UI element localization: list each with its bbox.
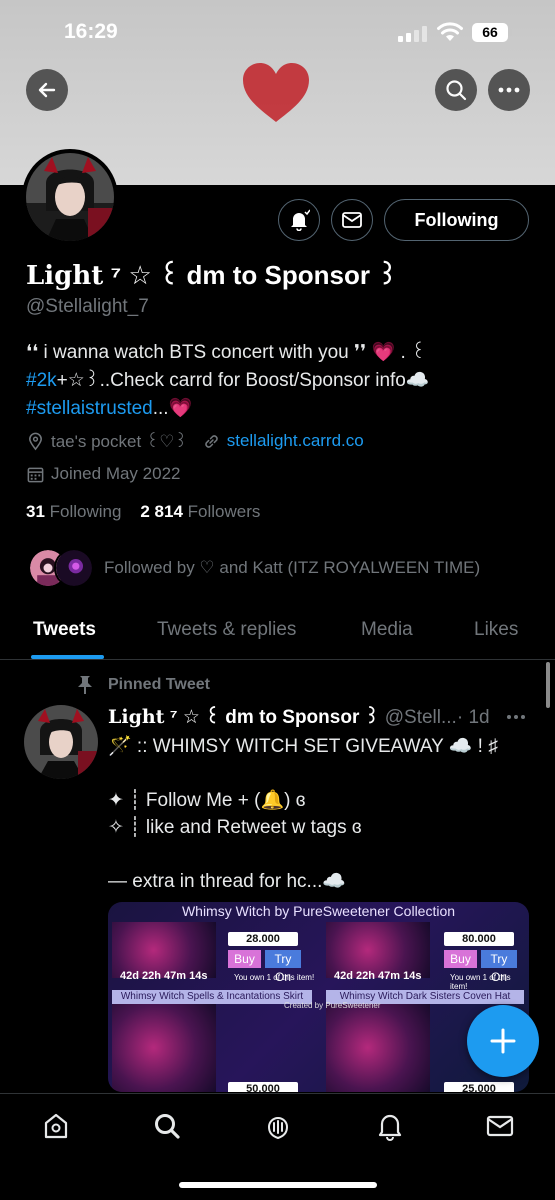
item-price: 50.000 bbox=[228, 1082, 298, 1092]
compose-tweet-button[interactable] bbox=[467, 1005, 539, 1077]
profile-joined-date: Joined May 2022 bbox=[51, 464, 181, 483]
home-icon[interactable] bbox=[41, 1111, 71, 1141]
item-label: Whimsy Witch Spells & Incantations Skirt bbox=[112, 990, 312, 1004]
display-name: Light ⁷ ☆ ꒰ dm to Sponsor ꒱ bbox=[26, 257, 398, 291]
item-thumbnail bbox=[112, 1003, 216, 1092]
item-owned-text: You own 1 of this item! bbox=[450, 973, 511, 991]
avatar-image bbox=[26, 153, 114, 241]
buy-button: Buy bbox=[228, 950, 261, 968]
tweet-media-image[interactable]: Whimsy Witch by PureSweetener Collection… bbox=[108, 902, 529, 1092]
profile-website-link[interactable]: stellalight.carrd.co bbox=[227, 431, 364, 451]
tweet-header: Light ⁷ ☆ ꒰ dm to Sponsor ꒱ @Stell...· 1… bbox=[108, 703, 528, 729]
display-name-first: Light bbox=[26, 261, 104, 291]
pinned-label: Pinned Tweet bbox=[108, 676, 210, 693]
followers-count-link[interactable]: 2 814 Followers bbox=[140, 502, 260, 521]
tab-media[interactable]: Media bbox=[361, 619, 413, 641]
notify-bell-button[interactable] bbox=[278, 199, 320, 241]
more-icon bbox=[498, 87, 520, 93]
profile-meta-row: tae's pocket ꒰♡꒱ stellalight.carrd.co bbox=[26, 430, 364, 452]
bell-icon bbox=[291, 209, 310, 231]
try-on-button: Try On bbox=[481, 950, 517, 984]
spaces-icon[interactable] bbox=[263, 1111, 293, 1141]
following-button[interactable]: Following bbox=[384, 199, 529, 241]
profile-bio: ❛❛ i wanna watch BTS concert with you ❜❜… bbox=[26, 339, 536, 423]
scrollbar[interactable] bbox=[546, 662, 550, 708]
heart-image bbox=[243, 63, 309, 122]
link-icon bbox=[204, 434, 218, 448]
tweet-text: 🪄 :: WHIMSY WITCH SET GIVEAWAY ☁️ ! ♯ ✦ … bbox=[108, 733, 538, 895]
followed-by-text: Followed by ♡ and Katt (ITZ ROYALWEEN TI… bbox=[104, 558, 481, 577]
wifi-icon bbox=[437, 22, 463, 41]
tweet-line: — extra in thread for hc...☁️ bbox=[108, 871, 347, 892]
followers-label: Followers bbox=[187, 502, 261, 521]
tab-tweets-and-replies[interactable]: Tweets & replies bbox=[157, 619, 296, 641]
tab-tweets[interactable]: Tweets bbox=[33, 619, 96, 641]
item-owned-text: You own 1 of this item! bbox=[234, 973, 315, 982]
compose-plus-icon bbox=[490, 1028, 516, 1054]
followers-count: 2 814 bbox=[140, 502, 183, 521]
media-title: Whimsy Witch by PureSweetener Collection bbox=[181, 903, 456, 919]
notifications-icon[interactable] bbox=[375, 1111, 405, 1141]
back-button[interactable] bbox=[26, 69, 68, 111]
back-arrow-icon bbox=[38, 82, 56, 98]
try-on-button: Try On bbox=[265, 950, 301, 984]
tweet-time: · 1d bbox=[456, 707, 490, 728]
search-icon bbox=[446, 80, 467, 101]
media-credit: Created by PureSweetener bbox=[284, 1001, 381, 1010]
followed-by-row[interactable]: Followed by ♡ and Katt (ITZ ROYALWEEN TI… bbox=[28, 547, 480, 589]
profile-tabs: Tweets Tweets & replies Media Likes bbox=[0, 606, 555, 660]
follower-avatar-2 bbox=[54, 548, 94, 588]
tab-likes[interactable]: Likes bbox=[474, 619, 518, 641]
tweet-line bbox=[108, 760, 538, 787]
bio-line-1: ❛❛ i wanna watch BTS concert with you ❜❜… bbox=[26, 342, 426, 363]
profile-joined-row: Joined May 2022 bbox=[26, 464, 180, 484]
message-button[interactable] bbox=[331, 199, 373, 241]
more-options-button[interactable] bbox=[488, 69, 530, 111]
pin-icon bbox=[78, 676, 92, 694]
item-price: 80.000 bbox=[444, 932, 514, 946]
item-price: 28.000 bbox=[228, 932, 298, 946]
tweet-line: ✦ ┊ Follow Me + (🔔) ɞ bbox=[108, 790, 306, 811]
tweet-more-button[interactable] bbox=[506, 703, 526, 726]
buy-button: Buy bbox=[444, 950, 477, 968]
active-tab-indicator bbox=[31, 655, 104, 659]
profile-handle: @Stellalight_7 bbox=[26, 296, 149, 317]
pinned-tweet-label-row: Pinned Tweet bbox=[76, 675, 210, 695]
following-count-link[interactable]: 31 Following bbox=[26, 502, 121, 521]
tweet-author-name[interactable]: Light ⁷ ☆ ꒰ dm to Sponsor ꒱ bbox=[108, 706, 379, 728]
item-timer: 42d 22h 47m 14s bbox=[334, 970, 422, 982]
search-button[interactable] bbox=[435, 69, 477, 111]
item-thumbnail bbox=[326, 1003, 430, 1092]
profile-avatar[interactable] bbox=[22, 149, 118, 245]
item-price: 25.000 bbox=[444, 1082, 514, 1092]
tweet-author-avatar[interactable] bbox=[24, 705, 98, 779]
following-count: 31 bbox=[26, 502, 45, 521]
hashtag-link[interactable]: #2k bbox=[26, 370, 57, 391]
location-icon bbox=[29, 432, 42, 450]
bio-line-2: +☆꒱..Check carrd for Boost/Sponsor info☁… bbox=[56, 370, 430, 391]
hashtag-link[interactable]: #stellaistrusted bbox=[26, 398, 153, 419]
tweet-line bbox=[108, 841, 538, 868]
more-icon bbox=[507, 715, 525, 719]
profile-location: tae's pocket ꒰♡꒱ bbox=[51, 432, 188, 451]
display-name-rest: ⁷ ☆ ꒰ dm to Sponsor ꒱ bbox=[110, 260, 398, 290]
item-timer: 42d 22h 47m 14s bbox=[120, 970, 208, 982]
tweet-line: ✧ ┊ like and Retweet w tags ɞ bbox=[108, 817, 362, 838]
mail-icon bbox=[342, 212, 362, 228]
bio-line-3: ...💗 bbox=[152, 398, 193, 419]
explore-icon[interactable] bbox=[152, 1111, 182, 1141]
status-time: 16:29 bbox=[64, 20, 118, 43]
signal-icon bbox=[398, 26, 428, 42]
follow-counts: 31 Following 2 814 Followers bbox=[26, 502, 260, 522]
tweet-line: 🪄 :: WHIMSY WITCH SET GIVEAWAY ☁️ ! ♯ bbox=[108, 736, 498, 757]
home-indicator[interactable] bbox=[179, 1182, 377, 1188]
battery-indicator: 66 bbox=[472, 23, 512, 42]
following-label: Following bbox=[49, 502, 122, 521]
status-bar: 16:29 66 bbox=[0, 0, 555, 60]
messages-icon[interactable] bbox=[485, 1111, 515, 1141]
tweet-author-handle: @Stell... bbox=[384, 707, 457, 728]
calendar-icon bbox=[27, 467, 44, 482]
